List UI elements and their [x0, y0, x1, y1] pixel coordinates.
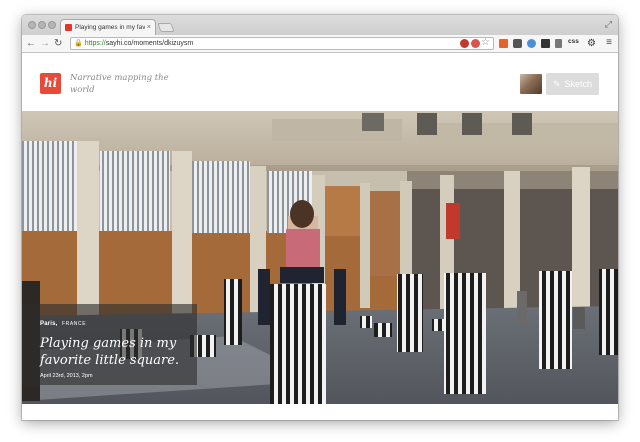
new-tab-button[interactable]: [157, 23, 175, 32]
extension-orange-icon[interactable]: [499, 39, 508, 48]
extension-block-icon[interactable]: [471, 39, 480, 48]
forward-icon[interactable]: →: [40, 37, 50, 50]
moment-photo: Paris, FRANCE Playing games in my favori…: [22, 111, 618, 404]
browser-toolbar: ← → ↻ 🔒 https://sayhi.co/moments/dkizuysm…: [22, 35, 618, 53]
site-header: hi Narrative mapping the world ✎ Sketch: [22, 54, 618, 111]
browser-window: Playing games in my favo × ⤢ ← → ↻ 🔒 http…: [22, 15, 618, 420]
tab-active[interactable]: Playing games in my favo ×: [60, 19, 156, 35]
moment-date: April 23rd, 2013, 2pm: [40, 373, 93, 379]
tab-title: Playing games in my favo: [75, 24, 145, 31]
fullscreen-icon[interactable]: ⤢: [605, 19, 612, 30]
extension-record-icon[interactable]: [460, 39, 469, 48]
url-scheme: https://: [84, 40, 106, 47]
close-window-button[interactable]: [28, 21, 36, 29]
css-extension-icon[interactable]: css: [568, 38, 579, 45]
moment-title: Playing games in my favorite little squa…: [40, 336, 180, 368]
url-path: sayhi.co/moments/dkizuysm: [105, 40, 194, 47]
avatar[interactable]: [520, 74, 542, 94]
sketch-label: Sketch: [564, 79, 593, 89]
sketch-button[interactable]: ✎ Sketch: [546, 73, 599, 95]
zoom-window-button[interactable]: [48, 21, 56, 29]
back-icon[interactable]: ←: [26, 37, 36, 50]
pocket-icon[interactable]: [513, 39, 522, 48]
gear-icon[interactable]: ⚙: [587, 37, 596, 50]
pencil-icon: ✎: [552, 78, 561, 89]
moment-country[interactable]: FRANCE: [62, 321, 86, 327]
moment-location: Paris, FRANCE: [40, 312, 197, 330]
menu-icon[interactable]: ≡: [606, 37, 612, 48]
evernote-icon[interactable]: [555, 39, 562, 48]
moment-caption: Paris, FRANCE Playing games in my favori…: [22, 304, 197, 385]
lock-icon: 🔒: [74, 40, 83, 47]
reload-icon[interactable]: ↻: [54, 37, 62, 50]
sayhi-favicon-icon: [65, 24, 72, 31]
moment-place[interactable]: Paris,: [40, 321, 58, 327]
bookmark-star-icon[interactable]: ☆: [481, 36, 490, 49]
extension-blue-icon[interactable]: [527, 39, 536, 48]
tab-strip: Playing games in my favo × ⤢: [22, 15, 618, 35]
logo[interactable]: hi: [40, 73, 61, 94]
layers-icon[interactable]: [541, 39, 550, 48]
close-icon[interactable]: ×: [147, 24, 151, 31]
tagline: Narrative mapping the world: [70, 73, 169, 95]
minimize-window-button[interactable]: [38, 21, 46, 29]
address-bar[interactable]: 🔒 https://sayhi.co/moments/dkizuysm: [70, 37, 494, 50]
